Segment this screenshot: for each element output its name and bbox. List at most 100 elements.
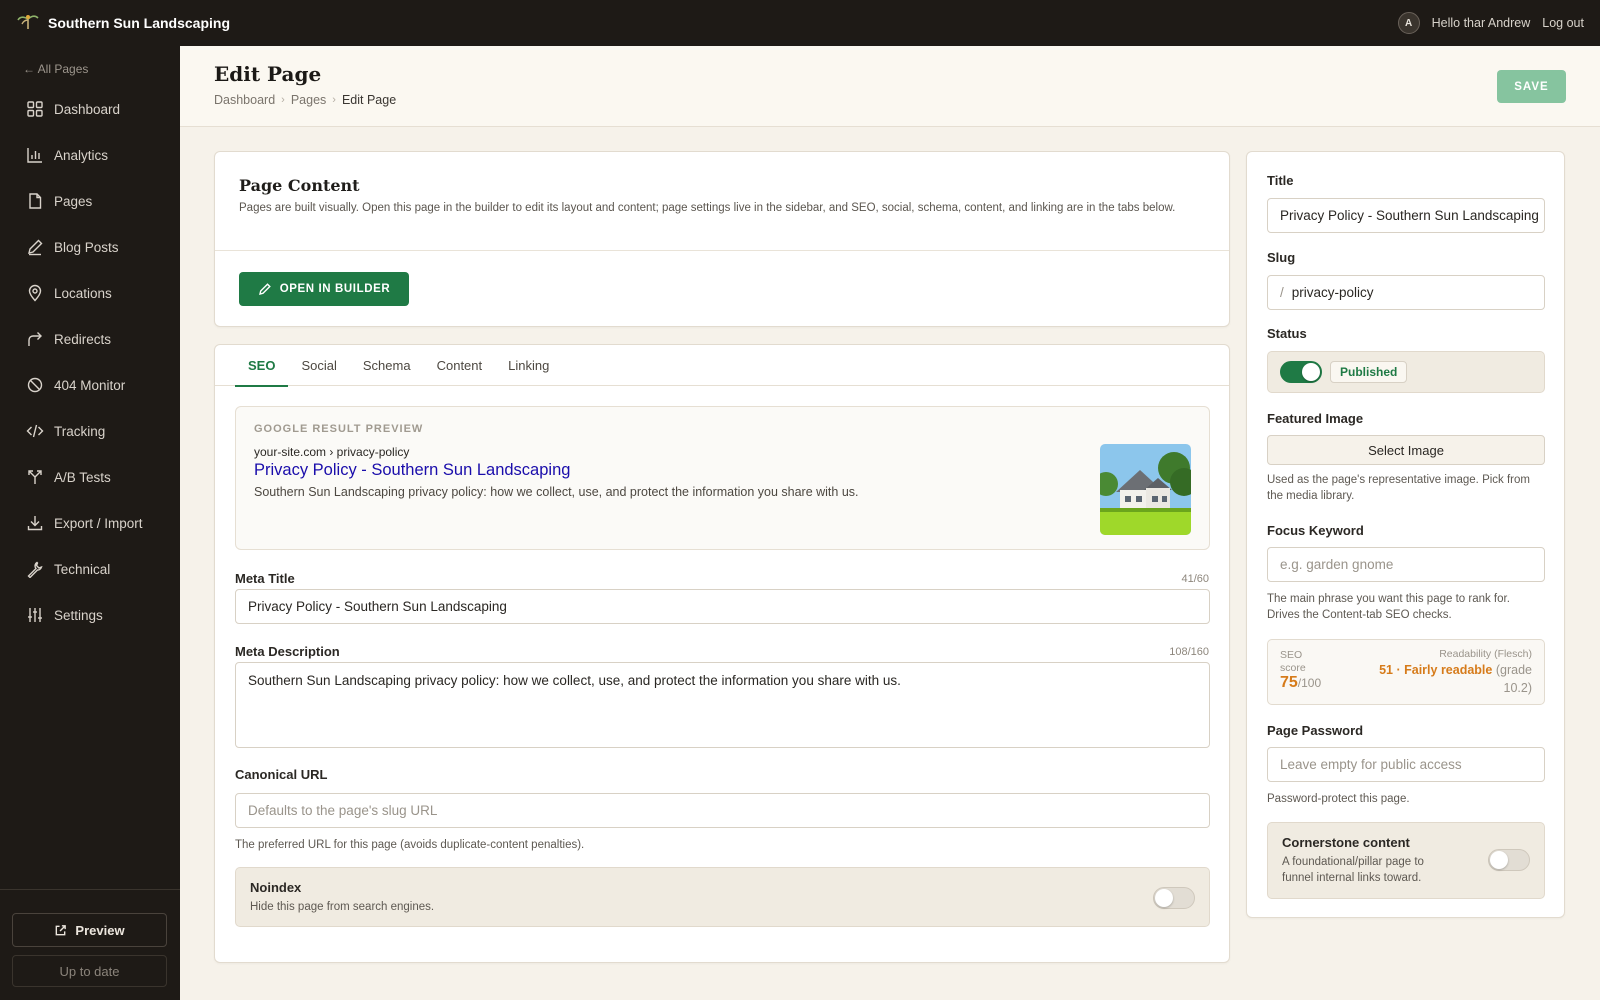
sidebar-item-ab-tests[interactable]: A/B Tests (0, 454, 180, 500)
page-password-label: Page Password (1267, 723, 1364, 738)
page-password-help: Password-protect this page. (1267, 793, 1410, 805)
top-bar: Southern Sun Landscaping A Hello thar An… (0, 0, 1600, 46)
sidebar-item-404-monitor[interactable]: 404 Monitor (0, 362, 180, 408)
tab-seo[interactable]: SEO (235, 345, 289, 387)
sidebar-divider (0, 889, 180, 890)
sidebar-item-label: Redirects (54, 331, 112, 347)
sidebar-item-tracking[interactable]: Tracking (0, 408, 180, 454)
slug-label: Slug (1267, 250, 1296, 265)
card-divider (215, 250, 1229, 251)
cornerstone-toggle[interactable] (1488, 849, 1530, 871)
meta-description-label: Meta Description (235, 644, 340, 659)
status-badge: Published (1330, 361, 1408, 383)
readability-value: 51 · Fairly readable (grade (1379, 663, 1532, 677)
brand-title: Southern Sun Landscaping (48, 15, 231, 31)
noindex-title: Noindex (250, 880, 302, 895)
focus-keyword-label: Focus Keyword (1267, 523, 1364, 538)
seo-score-value: 75/100 (1280, 674, 1321, 692)
page-content-description: Pages are built visually. Open this page… (239, 202, 1176, 214)
title-label: Title (1267, 173, 1294, 188)
brand[interactable]: Southern Sun Landscaping (16, 12, 230, 35)
google-result-preview: GOOGLE RESULT PREVIEW your-site.com › pr… (235, 406, 1210, 550)
pencil-icon (258, 283, 271, 295)
page-content-card: Page Content Pages are built visually. O… (214, 151, 1230, 327)
sidebar-item-locations[interactable]: Locations (0, 270, 180, 316)
sidebar-item-blog-posts[interactable]: Blog Posts (0, 224, 180, 270)
sidebar-item-export-import[interactable]: Export / Import (0, 500, 180, 546)
code-icon (26, 424, 44, 438)
breadcrumb-separator: › (332, 94, 336, 106)
cornerstone-title: Cornerstone content (1282, 835, 1410, 850)
seo-score-max: /100 (1297, 676, 1322, 690)
sidebar-item-analytics[interactable]: Analytics (0, 132, 180, 178)
sidebar-item-label: A/B Tests (54, 469, 111, 485)
readability-score: 51 · Fairly readable (1379, 663, 1493, 677)
status-toggle[interactable] (1280, 361, 1322, 383)
focus-keyword-input[interactable]: e.g. garden gnome (1267, 547, 1545, 582)
toggle-knob (1302, 363, 1320, 381)
sidebar-item-settings[interactable]: Settings (0, 592, 180, 638)
breadcrumb-dashboard[interactable]: Dashboard (214, 93, 275, 107)
sidebar-item-pages[interactable]: Pages (0, 178, 180, 224)
all-pages-back-link[interactable]: ← All Pages (23, 62, 88, 76)
sidebar-item-label: Blog Posts (54, 239, 119, 255)
download-icon (27, 516, 43, 531)
page-title: Edit Page (214, 62, 322, 86)
meta-title-label: Meta Title (235, 571, 295, 586)
readability-label: Readability (Flesch) (1439, 648, 1532, 660)
grid-icon (27, 101, 43, 117)
sidebar-item-label: Dashboard (54, 101, 121, 117)
toggle-knob (1490, 851, 1508, 869)
tab-schema[interactable]: Schema (350, 345, 424, 386)
preview-label: Preview (75, 922, 125, 938)
google-preview-title: Privacy Policy - Southern Sun Landscapin… (254, 461, 571, 479)
open-in-builder-label: OPEN IN BUILDER (279, 283, 391, 295)
sidebar-item-dashboard[interactable]: Dashboard (0, 86, 180, 132)
title-input[interactable]: Privacy Policy - Southern Sun Landscapin… (1267, 198, 1545, 233)
avatar[interactable]: A (1397, 12, 1420, 34)
focus-keyword-help: The main phrase you want this page to ra… (1267, 593, 1510, 621)
map-pin-icon (28, 284, 42, 302)
meta-description-textarea[interactable]: Southern Sun Landscaping privacy policy:… (235, 662, 1210, 748)
featured-image-label: Featured Image (1267, 411, 1364, 426)
slug-value: privacy-policy (1291, 285, 1374, 300)
sidebar-item-technical[interactable]: Technical (0, 546, 180, 592)
preview-button[interactable]: Preview (12, 913, 167, 947)
breadcrumb-pages[interactable]: Pages (291, 93, 326, 107)
slug-input[interactable]: / privacy-policy (1267, 275, 1545, 310)
slug-prefix: / (1280, 285, 1284, 300)
google-preview-description: Southern Sun Landscaping privacy policy:… (254, 485, 859, 499)
sidebar-item-redirects[interactable]: Redirects (0, 316, 180, 362)
file-icon (29, 193, 42, 209)
page-password-input[interactable]: Leave empty for public access (1267, 747, 1545, 782)
sidebar-item-label: Export / Import (54, 515, 143, 531)
status-label: Status (1267, 326, 1307, 341)
tab-social[interactable]: Social (288, 345, 349, 386)
wrench-icon (27, 561, 43, 578)
tab-linking[interactable]: Linking (495, 345, 562, 386)
cornerstone-help: A foundational/pillar page to funnel int… (1282, 856, 1424, 884)
logout-link[interactable]: Log out (1542, 16, 1584, 30)
google-preview-label: GOOGLE RESULT PREVIEW (254, 423, 424, 435)
meta-title-input[interactable]: Privacy Policy - Southern Sun Landscapin… (235, 589, 1210, 624)
sidebar-nav: Dashboard Analytics Pages Blog Posts Loc… (0, 86, 180, 638)
up-to-date-button[interactable]: Up to date (12, 955, 167, 987)
sidebar-item-label: Tracking (54, 423, 106, 439)
readability-grade-2: 10.2) (1503, 681, 1533, 695)
sidebar: ← All Pages Dashboard Analytics Pages Bl… (0, 46, 180, 1000)
pen-icon (28, 239, 43, 256)
meta-description-counter: 108/160 (1169, 646, 1209, 658)
save-button[interactable]: SAVE (1497, 70, 1566, 103)
noindex-toggle[interactable] (1153, 887, 1195, 909)
seo-score-number: 75 (1280, 674, 1298, 691)
page-header: Edit Page Dashboard › Pages › Edit Page … (180, 46, 1600, 127)
open-in-builder-button[interactable]: OPEN IN BUILDER (239, 272, 409, 306)
page-content-title: Page Content (239, 176, 360, 195)
sliders-icon (28, 608, 42, 622)
tab-content[interactable]: Content (424, 345, 496, 386)
canonical-url-input[interactable]: Defaults to the page's slug URL (235, 793, 1210, 828)
sidebar-item-label: Technical (54, 561, 111, 577)
select-image-button[interactable]: Select Image (1267, 435, 1545, 465)
sidebar-item-label: Locations (54, 285, 112, 301)
featured-image-thumbnail (1100, 444, 1191, 535)
